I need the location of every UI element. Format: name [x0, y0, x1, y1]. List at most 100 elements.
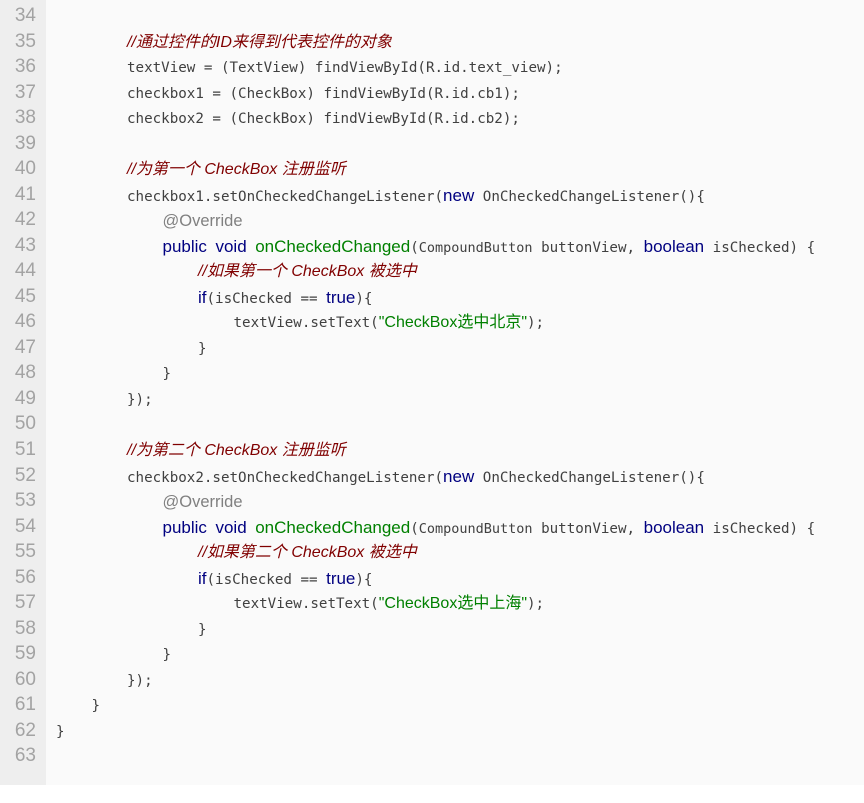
code-token-plain: );	[527, 315, 545, 332]
code-line: 62}	[0, 718, 864, 744]
code-token-method: onCheckedChanged	[255, 236, 411, 256]
code-text: });	[127, 671, 153, 691]
line-number: 51	[14, 439, 36, 460]
code-token-plain: checkbox2.setOnCheckedChangeListener(	[127, 469, 444, 486]
code-token-method: onCheckedChanged	[255, 517, 411, 537]
code-text: }	[163, 645, 172, 665]
code-line: 42 @Override	[0, 207, 864, 233]
code-text: }	[198, 620, 207, 640]
code-text: }	[92, 696, 101, 716]
code-token-anno: @Override	[162, 212, 243, 231]
code-token-plain: OnCheckedChangeListener(){	[474, 188, 705, 205]
line-number: 62	[14, 719, 36, 741]
code-token-comment: //如果第一个 CheckBox 被选中	[198, 263, 417, 281]
line-number: 49	[14, 387, 36, 409]
code-line: 59}	[0, 641, 864, 667]
code-token-plain: }	[56, 723, 65, 740]
code-token-kw: new	[443, 185, 475, 205]
line-number: 60	[14, 668, 36, 690]
code-line: 50	[0, 411, 864, 437]
code-line: 37 checkbox1 = (CheckBox) findViewById(R.…	[0, 80, 864, 106]
code-token-plain: }	[91, 698, 101, 715]
code-token-comment: //为第一个 CheckBox 注册监听	[127, 161, 346, 179]
code-token-anno: @Override	[162, 493, 243, 512]
line-number: 38	[14, 107, 36, 129]
code-line: 40 //为第一个 CheckBox 注册监听	[0, 156, 864, 182]
code-text: @Override	[163, 492, 243, 513]
code-token-type: CompoundButton	[418, 239, 533, 256]
code-token-kw: boolean	[643, 517, 705, 537]
line-number: 41	[14, 183, 36, 205]
code-text: textView = (TextView) findViewById(R.id.…	[127, 58, 563, 78]
line-number: 36	[14, 56, 36, 78]
code-token-plain: );	[527, 596, 545, 613]
line-number: 45	[14, 285, 36, 307]
code-token-plain: }	[198, 340, 207, 357]
line-number: 61	[14, 694, 36, 716]
code-token-plain: OnCheckedChangeListener(){	[474, 469, 705, 486]
line-number: 46	[14, 311, 36, 333]
line-number: 47	[14, 336, 36, 358]
code-line: 53 @Override	[0, 488, 864, 514]
code-token-kw: new	[443, 466, 475, 486]
code-token-plain: checkbox1.setOnCheckedChangeListener(	[127, 188, 444, 205]
code-token-plain: (isChecked ==	[206, 290, 327, 307]
code-text: public void onCheckedChanged(CompoundBut…	[163, 518, 816, 539]
code-line: 61}	[0, 692, 864, 718]
line-number: 48	[14, 362, 36, 384]
code-text: @Override	[163, 211, 243, 232]
code-line: 60});	[0, 667, 864, 693]
line-number: 58	[14, 617, 36, 639]
code-line: 35 //通过控件的ID来得到代表控件的对象	[0, 29, 864, 55]
code-line: 57 textView.setText("CheckBox选中上海");	[0, 590, 864, 616]
code-token-kw: boolean	[643, 236, 705, 256]
code-token-plain: checkbox1 = (CheckBox) findViewById(R.id…	[127, 85, 520, 102]
line-number: 59	[14, 643, 36, 665]
code-token-str: "CheckBox选中上海"	[378, 595, 528, 613]
code-token-plain: ){	[355, 290, 373, 307]
code-token-str: "CheckBox选中北京"	[378, 314, 528, 332]
line-number: 50	[14, 413, 36, 435]
code-token-plain: textView.setText(	[233, 315, 379, 332]
code-token-kw: void	[215, 236, 247, 256]
code-token-kw: public	[162, 517, 207, 537]
line-number: 63	[14, 745, 36, 767]
line-number: 57	[14, 592, 36, 614]
code-token-plain: (	[410, 239, 419, 256]
code-text: });	[127, 390, 153, 410]
code-text: //如果第二个 CheckBox 被选中	[198, 543, 417, 563]
line-number: 42	[14, 209, 36, 231]
code-line: 36 textView = (TextView) findViewById(R.i…	[0, 54, 864, 80]
code-line: 39	[0, 131, 864, 157]
code-token-type: CompoundButton	[418, 520, 533, 537]
code-line: 55 //如果第二个 CheckBox 被选中	[0, 539, 864, 565]
code-token-plain: });	[127, 391, 153, 408]
code-token-kw: if	[198, 287, 207, 307]
code-text: }	[56, 722, 65, 742]
code-line: 58}	[0, 616, 864, 642]
code-text: //如果第一个 CheckBox 被选中	[198, 262, 417, 282]
code-text: checkbox1.setOnCheckedChangeListener(new…	[127, 186, 705, 207]
code-token-kw: void	[215, 517, 247, 537]
line-number: 44	[14, 260, 36, 282]
code-token-plain: }	[198, 621, 207, 638]
code-line: 38 checkbox2 = (CheckBox) findViewById(R.…	[0, 105, 864, 131]
code-token-kw: true	[326, 287, 356, 307]
code-text: checkbox1 = (CheckBox) findViewById(R.id…	[127, 84, 520, 104]
code-line: 46 textView.setText("CheckBox选中北京");	[0, 309, 864, 335]
code-token-kw: public	[162, 236, 207, 256]
code-token-plain: (isChecked ==	[206, 571, 327, 588]
code-token-plain: }	[162, 647, 172, 664]
line-number: 54	[14, 515, 36, 537]
code-line: 44 //如果第一个 CheckBox 被选中	[0, 258, 864, 284]
code-line: 56 if(isChecked == true){	[0, 565, 864, 591]
code-line: 45 if(isChecked == true){	[0, 284, 864, 310]
line-number: 43	[14, 234, 36, 256]
code-text: checkbox2 = (CheckBox) findViewById(R.id…	[127, 109, 520, 129]
code-line: 34	[0, 3, 864, 29]
code-text: }	[163, 364, 172, 384]
code-line: 52 checkbox2.setOnCheckedChangeListener(n…	[0, 463, 864, 489]
line-number: 55	[14, 541, 36, 563]
code-block: 34 35 //通过控件的ID来得到代表控件的对象 36 textView = (Tex…	[0, 0, 864, 785]
